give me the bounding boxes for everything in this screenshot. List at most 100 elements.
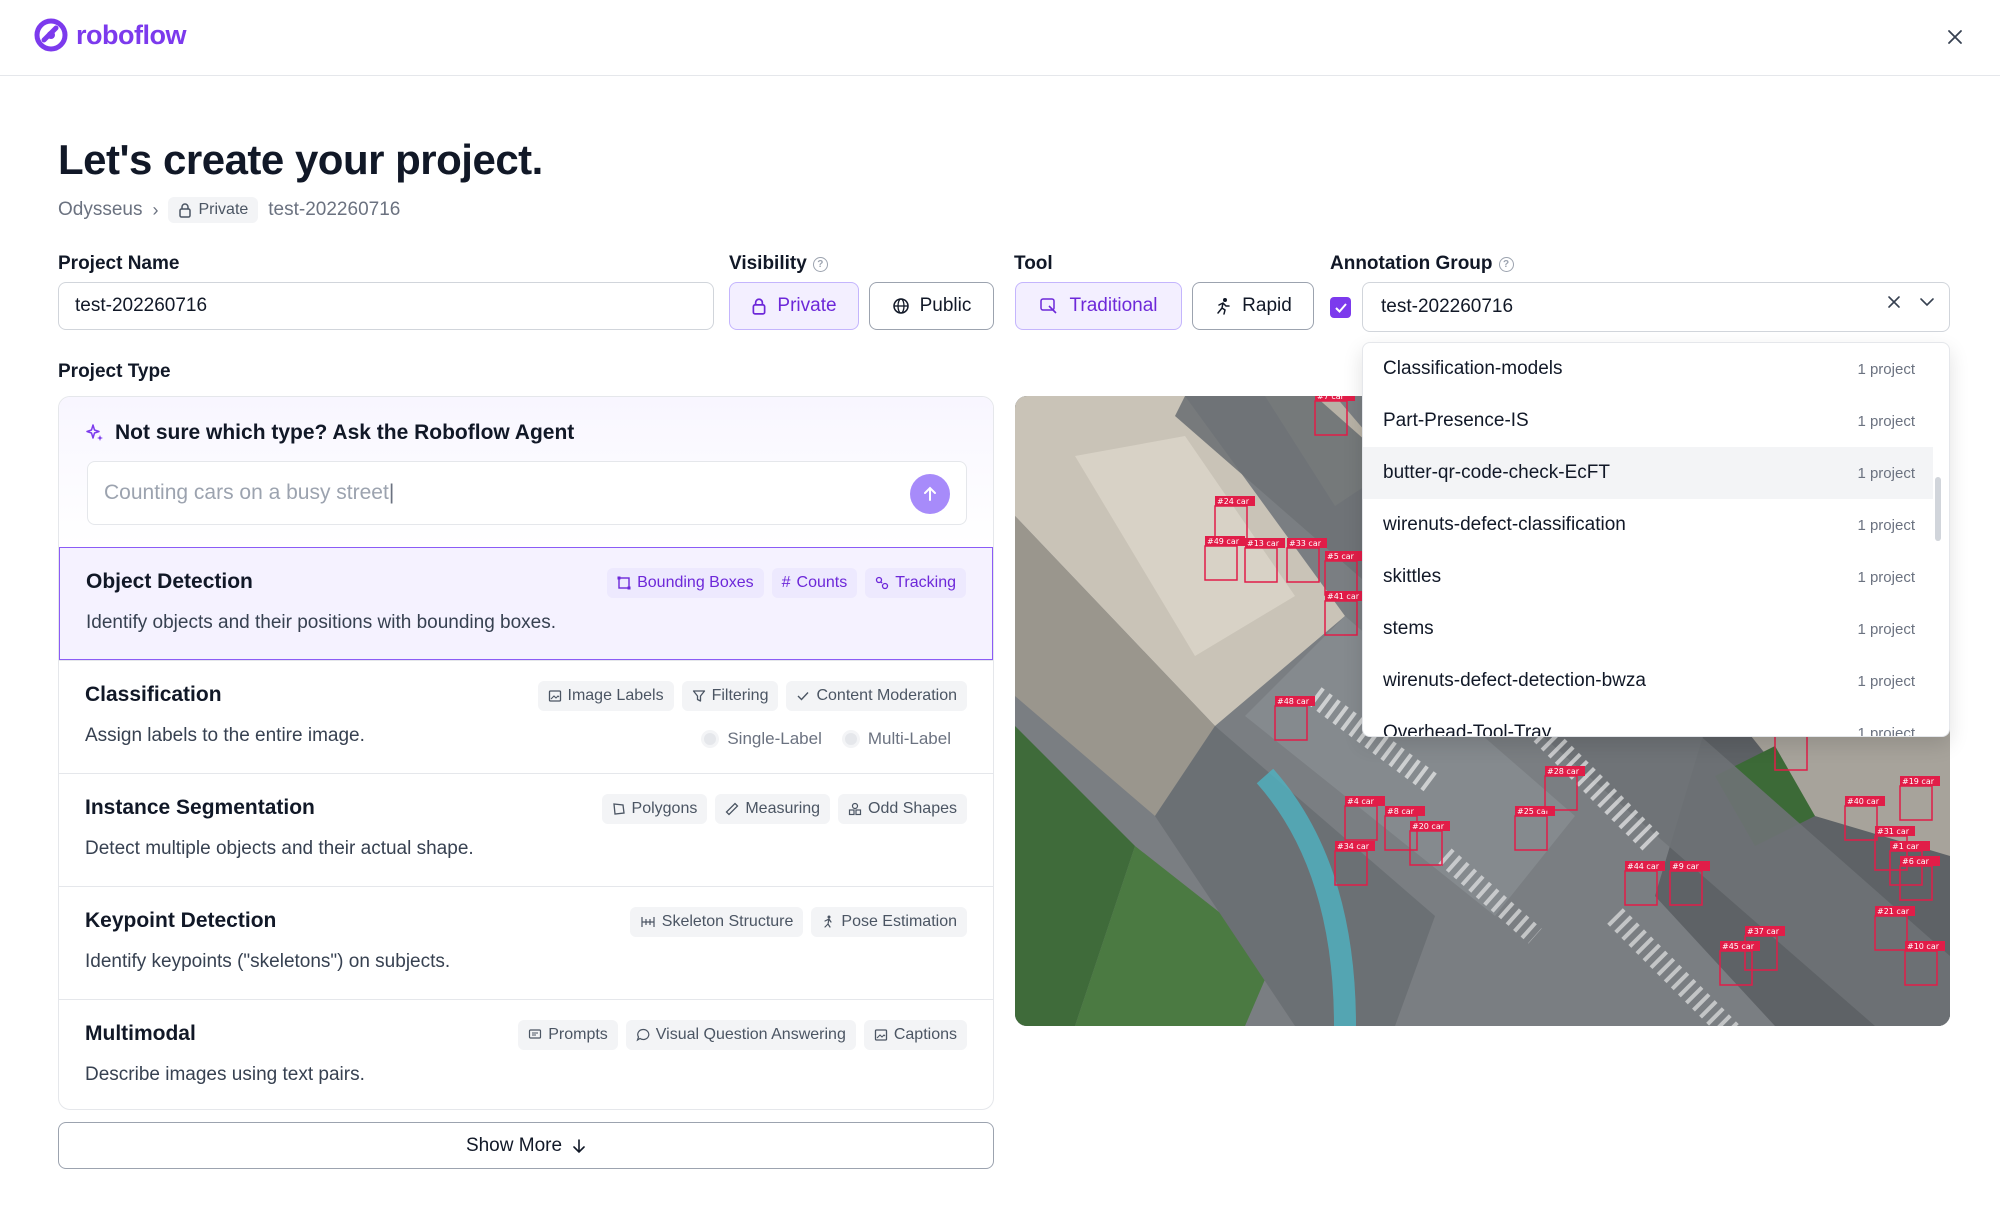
private-chip-label: Private bbox=[198, 201, 249, 218]
tool-label-text: Tool bbox=[1014, 253, 1053, 274]
radio-label: Multi-Label bbox=[867, 729, 951, 748]
type-description: Describe images using text pairs. bbox=[85, 1064, 365, 1085]
dropdown-option[interactable]: Classification-models 1 project bbox=[1363, 343, 1933, 395]
close-icon[interactable] bbox=[1940, 22, 1970, 52]
visibility-private-button[interactable]: Private bbox=[729, 282, 859, 330]
dropdown-option[interactable]: wirenuts-defect-detection-bwza 1 project bbox=[1363, 655, 1933, 707]
type-object-detection[interactable]: Object Detection Identify objects and th… bbox=[59, 547, 993, 660]
running-icon bbox=[1217, 298, 1230, 315]
option-count: 1 project bbox=[1857, 464, 1915, 482]
type-classification[interactable]: Classification Assign labels to the enti… bbox=[59, 660, 993, 773]
send-button[interactable] bbox=[910, 474, 950, 514]
tag-skeleton-structure: Skeleton Structure bbox=[629, 907, 804, 937]
detection-label: #33 car bbox=[1289, 539, 1322, 548]
arrow-up-icon bbox=[924, 486, 936, 501]
lock-icon bbox=[752, 298, 766, 315]
option-name: butter-qr-code-check-EcFT bbox=[1383, 462, 1611, 483]
tag-label: Visual Question Answering bbox=[655, 1026, 846, 1043]
type-description: Assign labels to the entire image. bbox=[85, 725, 365, 746]
option-count: 1 project bbox=[1857, 360, 1915, 378]
type-multimodal[interactable]: Multimodal Describe images using text pa… bbox=[59, 999, 993, 1109]
detection-label: #5 car bbox=[1327, 552, 1355, 561]
option-name: Part-Presence-IS bbox=[1383, 410, 1529, 431]
option-name: Overhead-Tool-Tray bbox=[1383, 722, 1552, 737]
tag-bounding-boxes: Bounding Boxes bbox=[607, 568, 764, 598]
option-count: 1 project bbox=[1857, 724, 1915, 737]
dropdown-option-hovered[interactable]: butter-qr-code-check-EcFT 1 project bbox=[1363, 447, 1933, 499]
type-name: Classification bbox=[85, 683, 222, 706]
help-icon[interactable]: ? bbox=[1498, 256, 1514, 272]
annotation-group-checkbox[interactable] bbox=[1330, 297, 1351, 318]
tag-counts: # Counts bbox=[771, 568, 858, 598]
tool-traditional-button[interactable]: Traditional bbox=[1015, 282, 1182, 330]
type-description: Detect multiple objects and their actual… bbox=[85, 838, 474, 859]
help-icon[interactable]: ? bbox=[812, 256, 828, 272]
type-instance-segmentation[interactable]: Instance Segmentation Detect multiple ob… bbox=[59, 773, 993, 886]
detection-label: #24 car bbox=[1217, 497, 1250, 506]
project-name-input[interactable]: test-202260716 bbox=[58, 282, 714, 330]
image-icon bbox=[874, 1029, 887, 1041]
tag-prompts: Prompts bbox=[518, 1020, 618, 1050]
show-more-button[interactable]: Show More bbox=[58, 1122, 994, 1169]
detection-label: #44 car bbox=[1627, 862, 1660, 871]
dropdown-option[interactable]: skittles 1 project bbox=[1363, 551, 1933, 603]
visibility-label-text: Visibility bbox=[729, 253, 807, 274]
dropdown-option[interactable]: wirenuts-defect-classification 1 project bbox=[1363, 499, 1933, 551]
tool-rapid-button[interactable]: Rapid bbox=[1192, 282, 1314, 330]
chevron-down-icon[interactable] bbox=[1919, 296, 1935, 308]
tag-image-labels: Image Labels bbox=[537, 681, 674, 711]
type-description: Identify objects and their positions wit… bbox=[86, 612, 557, 633]
option-count: 1 project bbox=[1857, 568, 1915, 586]
tag-odd-shapes: Odd Shapes bbox=[838, 794, 967, 824]
tag-captions: Captions bbox=[863, 1020, 967, 1050]
annotation-group-label-text: Annotation Group bbox=[1330, 253, 1493, 274]
project-type-label: Project Type bbox=[58, 361, 171, 383]
tag-content-moderation: Content Moderation bbox=[786, 681, 967, 711]
tag-measuring: Measuring bbox=[715, 794, 831, 824]
agent-prompt-input[interactable]: Counting cars on a busy street | bbox=[87, 461, 967, 525]
tool-traditional-label: Traditional bbox=[1069, 295, 1158, 316]
tag-tracking: Tracking bbox=[865, 568, 966, 598]
dropdown-option[interactable]: stems 1 project bbox=[1363, 603, 1933, 655]
annotation-group-label: Annotation Group? bbox=[1330, 253, 1514, 275]
tag-label: Odd Shapes bbox=[868, 800, 957, 817]
bounding-box-icon bbox=[617, 576, 631, 590]
detection-label: #6 car bbox=[1902, 857, 1930, 866]
dropdown-scrollbar[interactable] bbox=[1935, 477, 1941, 541]
tool-label: Tool bbox=[1014, 253, 1053, 275]
option-count: 1 project bbox=[1857, 672, 1915, 690]
agent-title-text: Not sure which type? Ask the Roboflow Ag… bbox=[115, 421, 575, 444]
dropdown-option[interactable]: Part-Presence-IS 1 project bbox=[1363, 395, 1933, 447]
detection-label: #7 car bbox=[1317, 396, 1345, 401]
detection-label: #49 car bbox=[1207, 537, 1240, 546]
detection-label: #34 car bbox=[1337, 842, 1370, 851]
radio-multi-label[interactable]: Multi-Label bbox=[841, 729, 951, 749]
tag-label: Content Moderation bbox=[816, 687, 957, 704]
arrow-down-icon bbox=[573, 1138, 585, 1153]
show-more-label: Show More bbox=[465, 1134, 563, 1156]
roboflow-logo[interactable]: roboflow bbox=[34, 18, 186, 52]
tag-label: Prompts bbox=[548, 1026, 608, 1043]
detection-label: #13 car bbox=[1247, 539, 1280, 548]
tag-label: Pose Estimation bbox=[841, 913, 957, 930]
radio-single-label[interactable]: Single-Label bbox=[701, 729, 822, 749]
check-icon bbox=[1334, 302, 1347, 313]
detection-label: #28 car bbox=[1547, 767, 1580, 776]
type-keypoint-detection[interactable]: Keypoint Detection Identify keypoints ("… bbox=[59, 886, 993, 999]
breadcrumb-workspace[interactable]: Odysseus bbox=[58, 199, 142, 221]
clear-icon[interactable] bbox=[1887, 295, 1901, 309]
visibility-public-button[interactable]: Public bbox=[869, 282, 994, 330]
option-count: 1 project bbox=[1857, 412, 1915, 430]
tag-visual-question-answering: Visual Question Answering bbox=[625, 1020, 856, 1050]
detection-label: #9 car bbox=[1672, 862, 1700, 871]
bounding-box-tool-icon bbox=[1040, 298, 1058, 314]
detection-label: #40 car bbox=[1847, 797, 1880, 806]
radio-dot bbox=[841, 730, 860, 748]
type-name: Object Detection bbox=[86, 570, 253, 593]
roboflow-logo-icon bbox=[34, 18, 68, 52]
image-icon bbox=[548, 690, 561, 702]
dropdown-option[interactable]: Overhead-Tool-Tray 1 project bbox=[1363, 707, 1933, 737]
annotation-group-select[interactable]: test-202260716 bbox=[1362, 282, 1950, 332]
detection-label: #10 car bbox=[1907, 942, 1940, 951]
pose-icon bbox=[824, 915, 832, 928]
